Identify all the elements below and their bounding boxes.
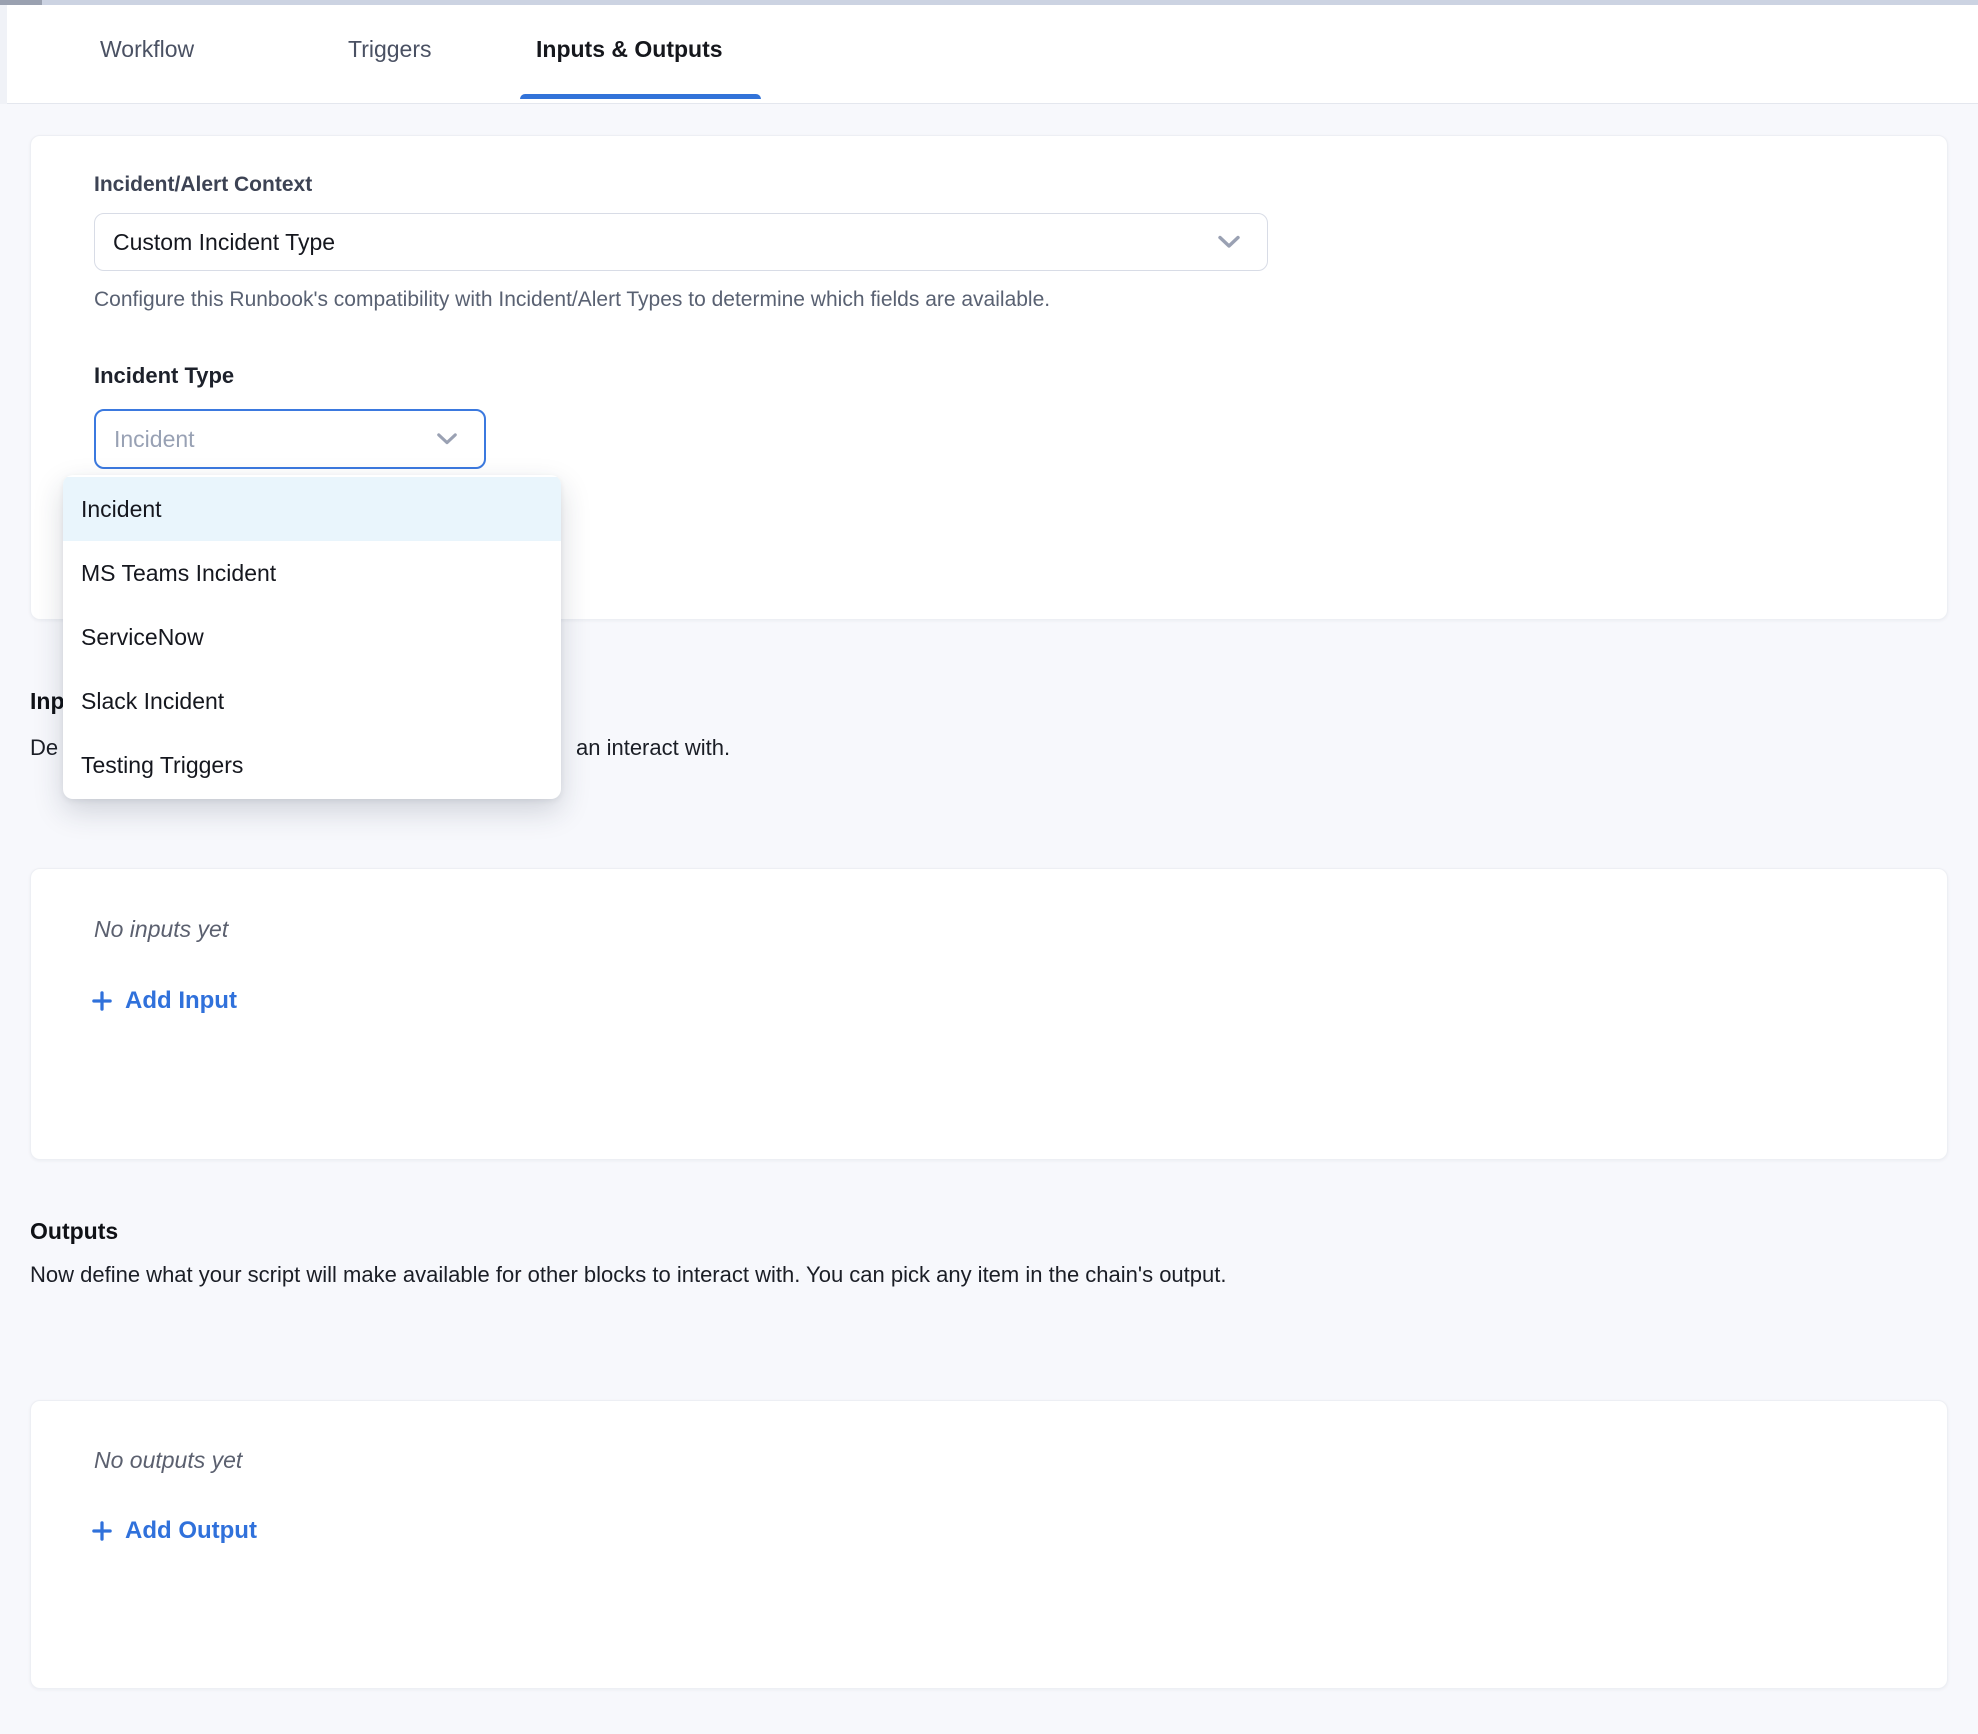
menu-option-testing-triggers[interactable]: Testing Triggers (63, 733, 561, 797)
incident-context-select[interactable]: Custom Incident Type (94, 213, 1268, 271)
tab-inputs-outputs[interactable]: Inputs & Outputs (536, 0, 723, 99)
context-help-text: Configure this Runbook's compatibility w… (94, 288, 1050, 312)
tab-bar (7, 5, 1978, 104)
inputs-description-end: an interact with. (576, 735, 730, 761)
incident-type-placeholder: Incident (114, 426, 195, 453)
plus-icon (89, 988, 115, 1014)
menu-option-ms-teams-incident[interactable]: MS Teams Incident (63, 541, 561, 605)
tab-workflow[interactable]: Workflow (100, 0, 194, 99)
plus-icon (89, 1518, 115, 1544)
menu-option-servicenow[interactable]: ServiceNow (63, 605, 561, 669)
incident-alert-context-label: Incident/Alert Context (94, 173, 312, 197)
add-input-label: Add Input (125, 987, 237, 1015)
add-output-label: Add Output (125, 1517, 257, 1545)
menu-option-incident[interactable]: Incident (63, 477, 561, 541)
inputs-card: No inputs yet Add Input (30, 868, 1948, 1160)
left-edge-strip (0, 5, 7, 104)
incident-type-menu: Incident MS Teams Incident ServiceNow Sl… (63, 475, 561, 799)
outputs-description: Now define what your script will make av… (30, 1262, 1226, 1288)
no-outputs-text: No outputs yet (94, 1447, 242, 1474)
outputs-heading: Outputs (30, 1218, 118, 1245)
active-tab-underline (520, 94, 761, 99)
chevron-down-icon (436, 433, 458, 446)
chevron-down-icon (1217, 235, 1241, 249)
page: Workflow Triggers Inputs & Outputs Incid… (0, 0, 1978, 1734)
add-output-button[interactable]: Add Output (89, 1517, 257, 1545)
outputs-card: No outputs yet Add Output (30, 1400, 1948, 1689)
tab-triggers[interactable]: Triggers (348, 0, 432, 99)
add-input-button[interactable]: Add Input (89, 987, 237, 1015)
incident-context-select-value: Custom Incident Type (113, 229, 335, 256)
no-inputs-text: No inputs yet (94, 916, 228, 943)
incident-type-label: Incident Type (94, 363, 234, 389)
incident-type-select[interactable]: Incident (94, 409, 486, 469)
inputs-description-start: De (30, 735, 58, 761)
menu-option-slack-incident[interactable]: Slack Incident (63, 669, 561, 733)
